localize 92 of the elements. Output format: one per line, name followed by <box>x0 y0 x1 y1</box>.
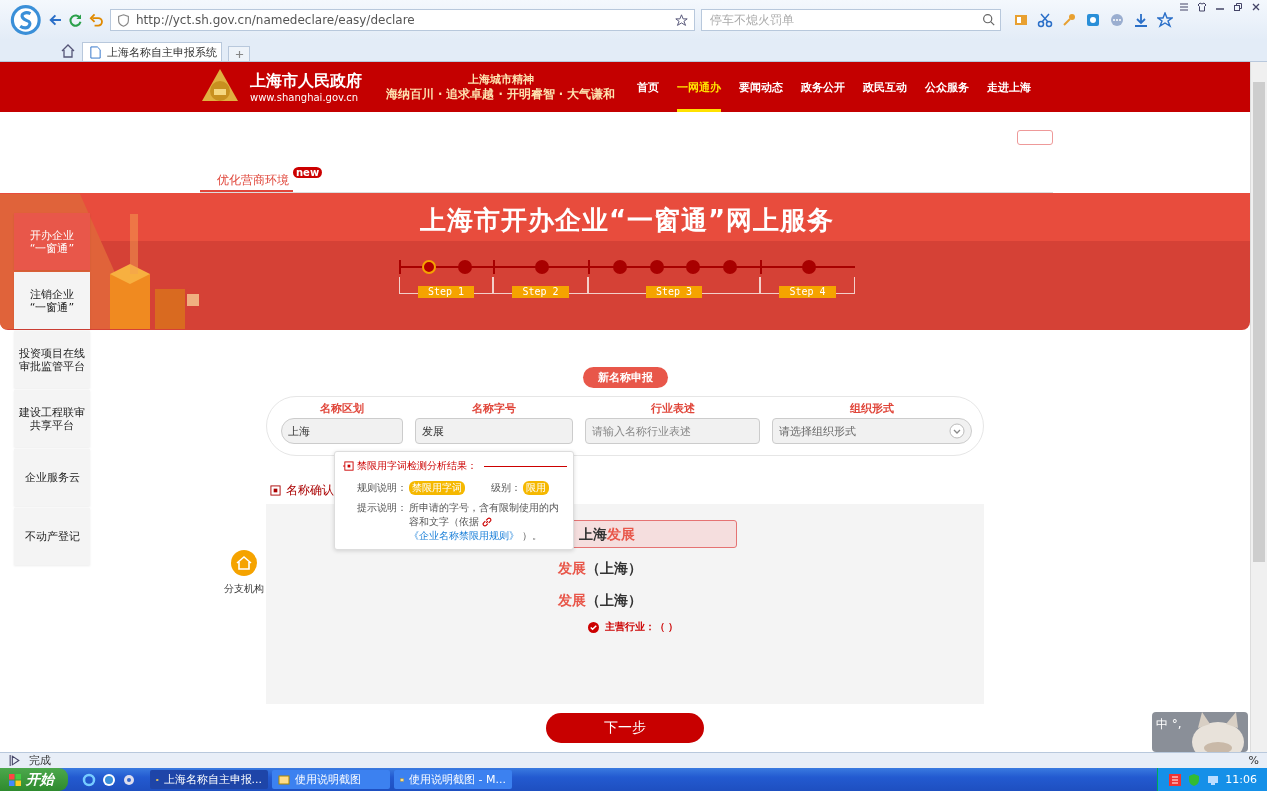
start-button[interactable]: 开始 <box>0 768 68 791</box>
page-icon <box>89 45 102 59</box>
search-icon[interactable] <box>982 13 995 26</box>
taskbar-button[interactable]: 使用说明截图 - M... <box>394 770 512 789</box>
sidebar-item[interactable]: 投资项目在线审批监管平台 <box>14 331 90 388</box>
collapse-icon[interactable] <box>343 460 354 472</box>
field-label: 名称区划 <box>320 401 364 416</box>
translate-icon[interactable] <box>1085 12 1101 28</box>
chat-icon[interactable] <box>1109 12 1125 28</box>
browser-logo-icon[interactable] <box>10 3 42 37</box>
level-tag: 限用 <box>523 481 549 495</box>
field-label: 行业表述 <box>650 401 695 416</box>
shield-icon <box>117 13 130 27</box>
sidebar-item[interactable]: 注销企业 “一窗通” <box>14 272 90 329</box>
nav-link[interactable]: 一网通办 <box>677 62 722 112</box>
scissors-icon[interactable] <box>1037 12 1053 28</box>
field-label: 组织形式 <box>850 401 894 416</box>
sidebar-item[interactable]: 建设工程联审共享平台 <box>14 390 90 447</box>
ie-icon[interactable] <box>82 772 96 787</box>
nav-link[interactable]: 政民互动 <box>863 62 908 112</box>
rule-label: 规则说明： <box>357 481 407 495</box>
gear-icon[interactable] <box>122 772 136 787</box>
sidebar-item[interactable]: 开办企业 “一窗通” <box>14 213 90 270</box>
sidebar-item[interactable]: 不动产登记 <box>14 508 90 565</box>
slogan: 海纳百川 · 追求卓越 · 开明睿智 · 大气谦和 <box>386 87 616 102</box>
input-field[interactable]: 上海 <box>281 418 403 444</box>
back-icon[interactable] <box>47 12 63 28</box>
input-field[interactable]: 发展 <box>415 418 573 444</box>
step-label: Step 1 <box>417 286 475 298</box>
site-url: www.shanghai.gov.cn <box>250 92 360 103</box>
banner-title: 上海市开办企业“一窗通”网上服务 <box>418 204 835 237</box>
rule-tag: 禁限用字词 <box>409 481 465 495</box>
hint-label: 提示说明： <box>357 501 407 515</box>
nav-link[interactable]: 首页 <box>637 62 660 112</box>
branch-link[interactable]: 分支机构 <box>224 582 264 596</box>
input-field[interactable]: 请输入名称行业表述 <box>585 418 760 444</box>
new-badge: new <box>293 167 323 178</box>
sidebar-item[interactable]: 企业服务云 <box>14 449 90 506</box>
browser-logo-icon[interactable] <box>102 772 116 787</box>
zoom-text: % <box>1248 754 1259 767</box>
favorites-icon[interactable] <box>1157 12 1173 28</box>
search-field[interactable]: 停车不熄火罚单 <box>701 9 1001 31</box>
undo-icon[interactable] <box>89 12 104 28</box>
site-name[interactable]: 上海市人民政府 <box>250 71 362 92</box>
industry-label: 主营行业：（ ） <box>605 620 679 634</box>
new-tab-button[interactable] <box>228 46 250 61</box>
browser-tab[interactable]: 上海名称自主申报系统 <box>82 42 222 61</box>
check-circle-icon <box>588 621 599 633</box>
nav-link[interactable]: 公众服务 <box>925 62 970 112</box>
square-dot-icon <box>270 485 281 496</box>
clock: 11:06 <box>1225 773 1257 786</box>
restore-icon[interactable] <box>1233 2 1243 12</box>
windows-logo-icon <box>8 772 22 787</box>
select-field[interactable]: 请选择组织形式 <box>772 418 972 444</box>
form-title: 新名称申报 <box>582 367 668 388</box>
name-option[interactable]: 发展（上海） <box>558 552 984 584</box>
download-icon[interactable] <box>1133 12 1149 28</box>
play-icon[interactable] <box>8 754 21 767</box>
sidebar-icon[interactable] <box>1013 12 1029 28</box>
menu-icon[interactable] <box>1179 2 1189 12</box>
nav-link[interactable]: 走进上海 <box>987 62 1032 112</box>
next-button[interactable]: 下一步 <box>546 713 704 743</box>
section-title: 名称确认 <box>286 482 334 499</box>
close-icon[interactable] <box>1251 2 1261 12</box>
input-method-icon[interactable] <box>1168 772 1183 787</box>
key-icon[interactable] <box>1061 12 1077 28</box>
nav-link[interactable]: 政务公开 <box>801 62 846 112</box>
taskbar-button[interactable]: 上海名称自主申报... <box>150 770 268 789</box>
slogan-title: 上海城市精神 <box>467 72 534 87</box>
step-label: Step 3 <box>645 286 703 298</box>
address-field[interactable]: http://yct.sh.gov.cn/namedeclare/easy/declare <box>110 9 695 31</box>
level-label: 级别： <box>491 481 521 495</box>
plus-icon <box>234 49 244 59</box>
home-icon[interactable] <box>60 42 76 59</box>
nav-link[interactable]: 要闻动态 <box>739 62 784 112</box>
link-icon <box>482 517 493 527</box>
status-text: 完成 <box>29 753 51 768</box>
shirt-icon[interactable] <box>1197 2 1207 12</box>
tab-title: 上海名称自主申报系统 <box>107 44 217 60</box>
chevron-down-icon[interactable] <box>949 423 965 439</box>
ime-widget[interactable]: 中 °, <box>1152 712 1248 752</box>
field-label: 名称字号 <box>472 401 516 416</box>
popup-title: 禁限用字词检测分析结果： <box>357 459 477 473</box>
ime-label: 中 °, <box>1156 716 1182 733</box>
blank-button[interactable] <box>1017 130 1053 145</box>
name-option[interactable]: 发展（上海） <box>558 584 984 616</box>
star-icon[interactable] <box>675 13 688 27</box>
step-label: Step 2 <box>512 286 569 298</box>
taskbar-button[interactable]: 使用说明截图 <box>272 770 390 789</box>
step-label: Step 4 <box>779 286 836 298</box>
scrollbar[interactable] <box>1250 62 1267 752</box>
refresh-icon[interactable] <box>68 12 84 28</box>
